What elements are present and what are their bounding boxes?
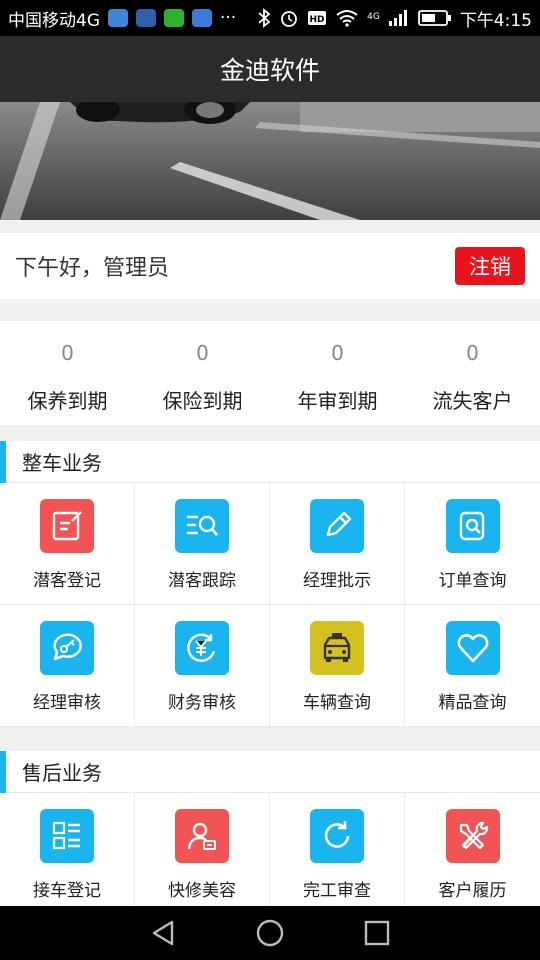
document-search-icon [445,499,500,553]
app-title-bar: 金迪软件 [0,36,540,102]
qq-notification-icon [136,9,156,27]
menu-item-vehicle-query[interactable]: 车辆查询 [270,605,405,727]
section-title: 售后业务 [22,761,102,785]
greeting-text: 下午好，管理员 [15,256,170,281]
menu-item-label: 经理审核 [33,693,101,713]
wifi-icon [336,10,358,27]
menu-item-label: 财务审核 [168,693,236,713]
after-sales-grid: 接车登记 快修美容 完工审查 客户履历 [0,793,540,906]
status-bar: 中国移动4G ··· HD 4G 下午4:15 [0,0,540,36]
menu-item-manager-review[interactable]: 经理审核 [0,605,135,727]
stat-inspection-due[interactable]: 0 年审到期 [270,321,405,425]
checklist-icon [40,809,94,863]
logout-button[interactable]: 注销 [455,247,525,285]
network-type-label: 4G [367,11,380,22]
menu-item-vehicle-reception[interactable]: 接车登记 [0,793,135,906]
menu-item-prospect-register[interactable]: 潜客登记 [0,483,135,605]
menu-item-label: 订单查询 [438,571,507,591]
section-accent-bar [0,750,6,793]
stat-insurance-due[interactable]: 0 保险到期 [135,321,270,425]
battery-icon [417,10,451,26]
stat-value: 0 [466,341,479,365]
clock-label: 下午4:15 [459,10,532,31]
banner-carousel[interactable] [0,102,540,220]
stat-label: 保养到期 [27,389,108,413]
stat-lost-customers[interactable]: 0 流失客户 [405,321,540,425]
heart-icon [445,621,500,675]
bluetooth-icon [258,8,271,28]
menu-item-label: 潜客跟踪 [168,571,236,591]
menu-item-manager-instructions[interactable]: 经理批示 [270,483,405,605]
refresh-icon [310,809,364,863]
list-search-icon [175,499,229,553]
wechat-icon [164,9,184,27]
greeting-bar: 下午好，管理员 注销 [0,233,540,299]
stat-label: 年审到期 [297,389,378,413]
menu-item-label: 客户履历 [438,881,507,901]
banner-image [0,102,540,220]
reminder-stats: 0 保养到期 0 保险到期 0 年审到期 0 流失客户 [0,321,540,425]
menu-item-label: 快修美容 [168,881,236,901]
recent-apps-icon[interactable] [362,918,392,948]
alarm-icon [281,11,298,27]
user-card-icon [175,809,229,863]
stat-value: 0 [331,341,344,365]
section-accent-bar [0,440,6,483]
vehicle-sales-grid: 潜客登记 潜客跟踪 经理批示 订单查询 经理审核 财务审核 车辆查询 精品查询 [0,483,540,727]
system-nav-bar [0,906,540,960]
menu-item-label: 接车登记 [33,881,101,901]
hd-icon: HD [308,11,327,25]
yuan-refresh-icon [175,621,229,675]
taxi-icon [310,621,364,675]
menu-item-label: 完工审查 [303,881,371,901]
stat-maintenance-due[interactable]: 0 保养到期 [0,321,135,425]
stat-value: 0 [196,341,209,365]
signal-icon [388,10,407,26]
menu-item-finance-review[interactable]: 财务审核 [135,605,270,727]
menu-item-label: 经理批示 [303,571,371,591]
back-icon[interactable] [148,918,178,948]
more-notifications-label: ··· [220,8,237,28]
pencil-icon [310,499,364,553]
carrier-label: 中国移动4G [8,10,100,31]
svg-text:HD: HD [310,15,325,25]
menu-item-quick-repair[interactable]: 快修美容 [135,793,270,906]
menu-item-prospect-tracking[interactable]: 潜客跟踪 [135,483,270,605]
stat-label: 保险到期 [162,389,243,413]
chat-key-icon [40,621,94,675]
tools-icon [445,809,500,863]
section-header-vehicle-sales: 整车业务 [0,440,540,483]
menu-item-completion-check[interactable]: 完工审查 [270,793,405,906]
menu-item-customer-history[interactable]: 客户履历 [405,793,540,906]
menu-item-order-query[interactable]: 订单查询 [405,483,540,605]
menu-item-label: 精品查询 [438,693,507,713]
edit-note-icon [40,499,94,553]
stat-value: 0 [61,341,74,365]
stat-label: 流失客户 [432,389,513,413]
page-title: 金迪软件 [219,56,320,85]
menu-item-boutique-query[interactable]: 精品查询 [405,605,540,727]
menu-item-label: 潜客登记 [33,571,101,591]
section-title: 整车业务 [22,451,102,475]
app-notification-icon [108,9,128,27]
home-icon[interactable] [255,918,285,948]
menu-item-label: 车辆查询 [303,693,371,713]
wifi-app-icon [192,9,212,27]
section-header-after-sales: 售后业务 [0,750,540,793]
